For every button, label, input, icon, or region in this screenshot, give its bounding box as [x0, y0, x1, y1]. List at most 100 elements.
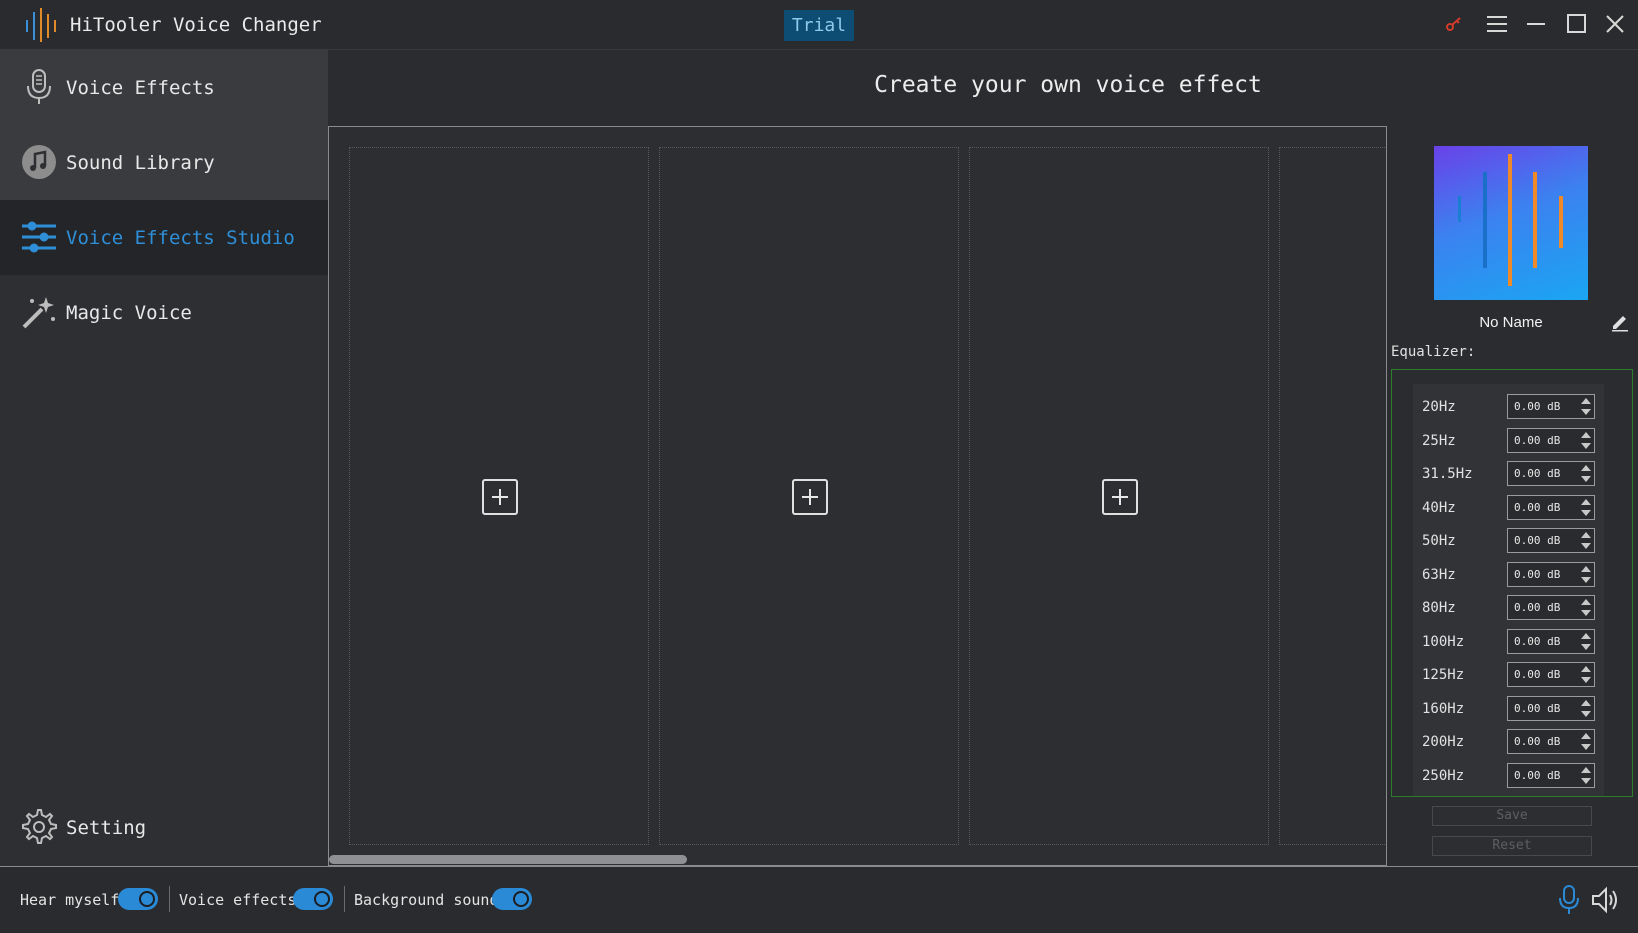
maximize-icon[interactable]	[1559, 6, 1595, 42]
plus-icon	[1112, 489, 1128, 505]
add-effect-button[interactable]	[482, 479, 518, 515]
preset-name: No Name	[1479, 314, 1543, 331]
save-button[interactable]: Save	[1432, 806, 1592, 826]
sidebar-item-label: Magic Voice	[66, 301, 192, 324]
eq-band-stepper[interactable]: 0.00 dB	[1507, 729, 1595, 754]
key-icon[interactable]	[1436, 6, 1472, 42]
eq-band-value: 0.00 dB	[1514, 500, 1561, 514]
equalizer-label: Equalizer:	[1391, 344, 1476, 360]
trial-badge[interactable]: Trial	[784, 10, 854, 41]
eq-band-stepper[interactable]: 0.00 dB	[1507, 628, 1595, 654]
microphone-icon[interactable]	[1556, 885, 1582, 915]
stepper-down-icon[interactable]	[1581, 643, 1591, 650]
effect-slot[interactable]	[969, 147, 1269, 845]
sidebar-item-setting[interactable]: Setting	[0, 790, 328, 865]
minimize-icon[interactable]	[1519, 6, 1555, 42]
stepper-up-icon[interactable]	[1581, 398, 1591, 404]
divider	[344, 886, 345, 912]
eq-band-freq: 160Hz	[1422, 700, 1465, 717]
stepper-up-icon[interactable]	[1581, 532, 1591, 538]
stepper-up-icon[interactable]	[1581, 431, 1591, 438]
eq-band-value: 0.00 dB	[1514, 701, 1561, 715]
stepper-up-icon[interactable]	[1581, 498, 1591, 505]
effect-slot[interactable]	[659, 147, 959, 845]
sidebar-item-label: Voice Effects Studio	[66, 226, 295, 249]
title-bar: HiTooler Voice Changer Trial	[0, 0, 1638, 50]
eq-band-stepper[interactable]: 0.00 dB	[1507, 461, 1595, 486]
eq-band-stepper[interactable]: 0.00 dB	[1507, 662, 1595, 687]
stepper-up-icon[interactable]	[1581, 766, 1591, 773]
stepper-down-icon[interactable]	[1581, 442, 1591, 449]
background-sound-toggle[interactable]	[492, 888, 532, 910]
eq-band-stepper[interactable]: 0.00 dB	[1507, 427, 1595, 453]
effect-slot[interactable]	[349, 147, 649, 845]
eq-band-stepper[interactable]: 0.00 dB	[1507, 762, 1595, 788]
stepper-up-icon[interactable]	[1581, 666, 1591, 672]
eq-band-row: 80Hz 0.00 dB	[1413, 595, 1604, 621]
stepper-down-icon[interactable]	[1581, 509, 1591, 516]
gear-icon	[22, 809, 57, 844]
background-sound-label: Background sound	[354, 891, 499, 909]
bottom-bar: Hear myself Voice effects Background sou…	[0, 866, 1638, 933]
reset-button[interactable]: Reset	[1432, 836, 1592, 856]
stepper-down-icon[interactable]	[1581, 409, 1591, 415]
effect-slot[interactable]	[1279, 147, 1386, 845]
stepper-down-icon[interactable]	[1581, 677, 1591, 683]
eq-band-row: 100Hz 0.00 dB	[1413, 628, 1604, 655]
stepper-up-icon[interactable]	[1581, 465, 1591, 471]
stepper-down-icon[interactable]	[1581, 576, 1591, 583]
sidebar-item-magic-voice[interactable]: Magic Voice	[0, 275, 328, 350]
stepper-down-icon[interactable]	[1581, 710, 1591, 717]
voice-effects-label: Voice effects	[179, 891, 297, 909]
eq-band-value: 0.00 dB	[1514, 634, 1561, 648]
eq-band-freq: 200Hz	[1422, 734, 1465, 750]
stepper-up-icon[interactable]	[1581, 733, 1591, 739]
preset-cover-image[interactable]	[1434, 146, 1588, 300]
stepper-up-icon[interactable]	[1581, 565, 1591, 572]
sliders-icon	[22, 221, 56, 253]
eq-band-stepper[interactable]: 0.00 dB	[1507, 528, 1595, 553]
divider	[169, 886, 170, 912]
eq-band-freq: 25Hz	[1422, 432, 1456, 449]
stepper-down-icon[interactable]	[1581, 476, 1591, 482]
eq-band-freq: 80Hz	[1422, 600, 1456, 616]
preset-panel: No Name Equalizer: 20Hz 0.00 dB 25Hz 0.0…	[1388, 126, 1638, 866]
stepper-up-icon[interactable]	[1581, 599, 1591, 605]
stepper-down-icon[interactable]	[1581, 777, 1591, 784]
eq-band-row: 25Hz 0.00 dB	[1413, 427, 1604, 454]
hear-myself-toggle[interactable]	[118, 888, 158, 910]
eq-band-value: 0.00 dB	[1514, 400, 1561, 413]
eq-band-value: 0.00 dB	[1514, 735, 1561, 748]
eq-band-stepper[interactable]: 0.00 dB	[1507, 494, 1595, 520]
voice-effects-toggle[interactable]	[293, 888, 333, 910]
stepper-down-icon[interactable]	[1581, 543, 1591, 549]
sidebar-item-sound-library[interactable]: Sound Library	[0, 125, 328, 200]
equalizer-list[interactable]: 20Hz 0.00 dB 25Hz 0.00 dB 31.5Hz 0.00 dB…	[1413, 384, 1604, 796]
speaker-icon[interactable]	[1590, 885, 1620, 915]
add-effect-button[interactable]	[1102, 479, 1138, 515]
effect-slots-area[interactable]	[328, 126, 1387, 866]
stepper-down-icon[interactable]	[1581, 610, 1591, 616]
add-effect-button[interactable]	[792, 479, 828, 515]
eq-band-stepper[interactable]: 0.00 dB	[1507, 561, 1595, 587]
stepper-down-icon[interactable]	[1581, 744, 1591, 750]
sidebar-item-voice-effects-studio[interactable]: Voice Effects Studio	[0, 200, 328, 275]
eq-band-freq: 20Hz	[1422, 399, 1456, 415]
setting-label: Setting	[66, 816, 147, 839]
eq-band-stepper[interactable]: 0.00 dB	[1507, 695, 1595, 721]
close-icon[interactable]	[1597, 6, 1633, 42]
eq-band-value: 0.00 dB	[1514, 567, 1561, 581]
horizontal-scrollbar[interactable]	[329, 855, 687, 864]
equalizer-box: 20Hz 0.00 dB 25Hz 0.00 dB 31.5Hz 0.00 dB…	[1391, 369, 1633, 797]
stepper-up-icon[interactable]	[1581, 699, 1591, 706]
eq-band-stepper[interactable]: 0.00 dB	[1507, 394, 1595, 419]
eq-band-row: 200Hz 0.00 dB	[1413, 729, 1604, 755]
eq-band-stepper[interactable]: 0.00 dB	[1507, 595, 1595, 620]
stepper-up-icon[interactable]	[1581, 632, 1591, 639]
menu-icon[interactable]	[1479, 6, 1515, 42]
sidebar-item-voice-effects[interactable]: Voice Effects	[0, 50, 328, 125]
plus-icon	[802, 489, 818, 505]
sidebar: Voice Effects Sound Library Voice Effect…	[0, 50, 328, 866]
edit-pencil-icon[interactable]	[1610, 312, 1630, 332]
eq-band-freq: 40Hz	[1422, 499, 1456, 516]
